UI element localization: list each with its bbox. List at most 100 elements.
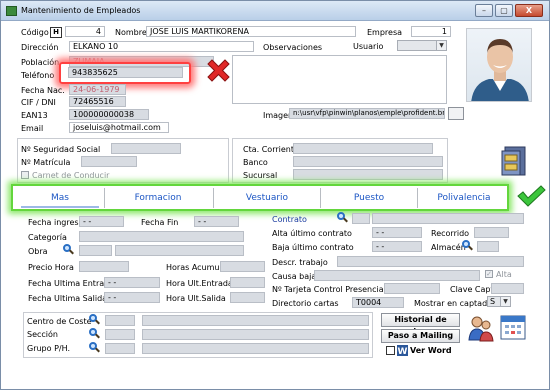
dir-cartas-field[interactable]: T0004 [352, 297, 404, 308]
historial-obras-button[interactable]: Historial de obras [381, 313, 460, 336]
fecha-ult-entrada-field[interactable]: - - [104, 277, 160, 288]
fecha-ult-salida-field[interactable]: - - [104, 292, 160, 303]
clave-capt-field[interactable] [491, 283, 524, 294]
obra-code-field[interactable] [79, 245, 112, 256]
close-button[interactable]: X [515, 4, 543, 17]
grupo-code-field[interactable] [105, 343, 135, 354]
hora-ult-entrada-field[interactable] [230, 277, 265, 288]
obra-magnifier-icon[interactable] [63, 244, 74, 255]
tarjeta-label: Nº Tarjeta Control Presencia [272, 285, 384, 294]
cif-label: CIF / DNI [21, 98, 56, 107]
grupo-desc-field[interactable] [142, 343, 369, 354]
contrato-code-field[interactable] [352, 213, 370, 224]
seccion-desc-field[interactable] [142, 329, 369, 340]
mostrar-captador-select[interactable]: S ▼ [487, 296, 511, 307]
empresa-label: Empresa [367, 28, 403, 37]
sucursal-field[interactable] [293, 169, 443, 180]
usuario-label: Usuario [353, 42, 384, 51]
nombre-label: Nombre [115, 28, 147, 37]
carnet-checkbox[interactable] [21, 171, 29, 179]
contrato-desc-field[interactable] [372, 213, 524, 224]
svg-text:W: W [398, 347, 408, 356]
telefono-field[interactable]: 943835625 [68, 67, 183, 78]
maximize-button[interactable]: ▢ [495, 4, 513, 17]
causa-baja-label: Causa baja [272, 272, 317, 281]
centro-code-field[interactable] [105, 315, 135, 326]
almacen-field[interactable] [477, 241, 499, 252]
fecha-nac-field[interactable]: 24-06-1979 [69, 84, 126, 95]
tab-mas[interactable]: Mas [21, 190, 99, 207]
almacen-magnifier-icon[interactable] [462, 240, 473, 251]
calendar-icon[interactable] [500, 314, 526, 340]
centro-magnifier-icon[interactable] [89, 314, 100, 325]
window-title: Mantenimiento de Empleados [21, 6, 141, 15]
observaciones-label: Observaciones [263, 43, 323, 52]
horas-acumul-field[interactable] [220, 261, 265, 272]
fecha-nac-label: Fecha Nac. [21, 86, 65, 95]
imagen-browse-button[interactable] [448, 107, 464, 120]
baja-ult-contrato-field[interactable]: - - [372, 241, 422, 252]
telefono-label: Teléfono [21, 71, 55, 80]
tab-bar: Mas Formacion Vestuario Puesto Polivalen… [11, 184, 509, 211]
categoria-field[interactable] [79, 231, 244, 242]
fecha-ult-entrada-label: Fecha Ultima Entrada [28, 279, 115, 288]
fecha-ingreso-label: Fecha ingreso [28, 218, 84, 227]
causa-baja-field[interactable] [314, 270, 480, 281]
empresa-field[interactable]: 1 [411, 26, 451, 37]
employee-window: Mantenimiento de Empleados – ▢ X Código … [0, 0, 550, 390]
fecha-ingreso-field[interactable]: - - [79, 216, 124, 227]
codigo-help-button[interactable]: H [50, 27, 62, 38]
chevron-down-icon: ▼ [500, 297, 510, 306]
categoria-label: Categoría [28, 233, 67, 242]
ver-word-checkbox[interactable] [386, 346, 395, 355]
seccion-label: Sección [27, 330, 58, 339]
grupo-magnifier-icon[interactable] [89, 342, 100, 353]
observaciones-field[interactable] [232, 55, 447, 104]
alta-checkbox[interactable]: ✓ [485, 270, 493, 278]
usuario-select[interactable]: ▼ [397, 40, 447, 51]
recorrido-field[interactable] [474, 227, 509, 238]
seccion-magnifier-icon[interactable] [89, 328, 100, 339]
descr-trabajo-field[interactable] [337, 256, 524, 267]
ean-label: EAN13 [21, 111, 48, 120]
cuenta-field[interactable] [293, 143, 433, 154]
email-label: Email [21, 124, 44, 133]
tarjeta-field[interactable] [384, 283, 440, 294]
cuenta-label: Cta. Corriente [243, 145, 299, 154]
cabinet-icon[interactable] [498, 143, 528, 179]
mostrar-captador-value: S [490, 297, 496, 306]
tab-formacion[interactable]: Formacion [108, 190, 208, 207]
banco-field[interactable] [293, 156, 443, 167]
red-x-icon [207, 59, 230, 82]
word-icon: W [397, 345, 408, 356]
green-check-icon [517, 185, 546, 207]
tab-vestuario[interactable]: Vestuario [217, 190, 317, 207]
matricula-field[interactable] [81, 156, 137, 167]
hora-ult-salida-field[interactable] [230, 292, 265, 303]
almacen-label: Almacén [431, 243, 466, 252]
email-field[interactable]: joseluis@hotmail.com [69, 122, 169, 133]
alta-checkbox-label: Alta [496, 270, 512, 279]
nombre-field[interactable]: JOSE LUIS MARTIKORENA [146, 26, 356, 37]
fecha-fin-field[interactable]: - - [194, 216, 239, 227]
horas-acumul-label: Horas Acumul. [166, 263, 225, 272]
obra-label: Obra [28, 247, 48, 256]
tab-puesto[interactable]: Puesto [324, 190, 414, 207]
cif-field[interactable]: 72465516 [69, 96, 126, 107]
precio-hora-field[interactable] [79, 261, 129, 272]
ss-field[interactable] [111, 143, 181, 154]
alta-ult-contrato-field[interactable]: - - [372, 227, 422, 238]
people-icon[interactable] [468, 314, 494, 342]
codigo-field[interactable]: 4 [65, 26, 105, 37]
ean-field[interactable]: 100000000038 [69, 109, 149, 120]
seccion-code-field[interactable] [105, 329, 135, 340]
chevron-down-icon: ▼ [436, 41, 446, 50]
direccion-field[interactable]: ELKANO 10 [69, 41, 254, 52]
imagen-path-field[interactable]: n:\usr\vfp\pinwin\planos\emple\profident… [289, 108, 445, 119]
contrato-magnifier-icon[interactable] [337, 212, 348, 223]
minimize-button[interactable]: – [475, 4, 493, 17]
paso-mailing-button[interactable]: Paso a Mailing [381, 329, 460, 343]
tab-polivalencia[interactable]: Polivalencia [421, 190, 507, 207]
obra-desc-field[interactable] [115, 245, 244, 256]
centro-desc-field[interactable] [142, 315, 369, 326]
